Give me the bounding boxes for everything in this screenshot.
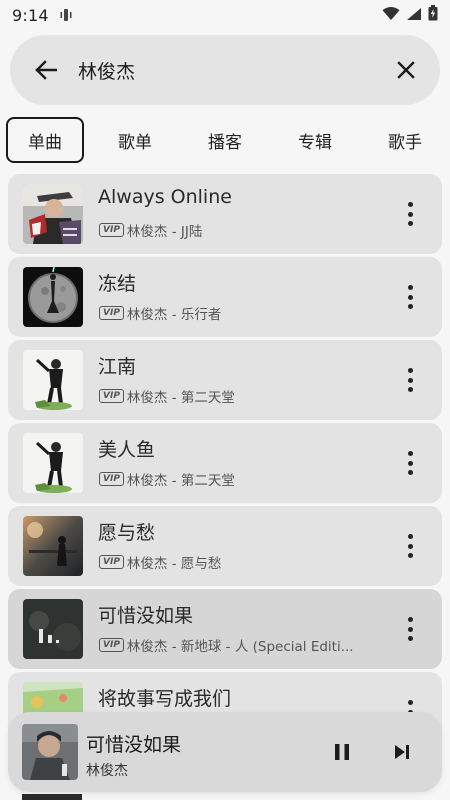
- now-playing-artist: 林俊杰: [86, 763, 128, 779]
- vip-badge: VIP: [99, 555, 124, 569]
- now-playing-title: 可惜没如果: [86, 734, 182, 756]
- category-tabs: 单曲 歌单 播客 专辑 歌手: [0, 115, 450, 167]
- vip-badge: VIP: [99, 389, 124, 403]
- album-cover: [23, 350, 83, 410]
- status-time: 9:14: [12, 5, 49, 25]
- more-vert-icon[interactable]: [406, 451, 414, 475]
- album-cover: [23, 267, 83, 327]
- album-cover: [23, 184, 83, 244]
- vip-badge: VIP: [99, 472, 124, 486]
- song-title: 愿与愁: [98, 522, 156, 544]
- wifi-icon: [382, 6, 400, 25]
- album-cover: [23, 433, 83, 493]
- search-input[interactable]: 林俊杰: [78, 57, 392, 84]
- album-cover: [23, 516, 83, 576]
- skip-next-icon[interactable]: [388, 738, 416, 766]
- more-vert-icon[interactable]: [406, 202, 414, 226]
- song-item[interactable]: 美人鱼 VIP 林俊杰 - 第二天堂: [8, 423, 442, 503]
- pause-icon[interactable]: [328, 738, 356, 766]
- song-artist-album: 林俊杰 - 第二天堂: [126, 390, 235, 406]
- battery-icon: [428, 5, 438, 25]
- song-title: Always Online: [98, 186, 232, 208]
- status-bar: 9:14: [0, 0, 450, 30]
- tab-playlists[interactable]: 歌单: [106, 117, 164, 163]
- song-subtitle-row: VIP 林俊杰 - 第二天堂: [99, 386, 235, 406]
- more-vert-icon[interactable]: [406, 617, 414, 641]
- status-icons: [382, 5, 438, 25]
- more-vert-icon[interactable]: [406, 534, 414, 558]
- song-artist-album: 林俊杰 - JJ陆: [126, 224, 203, 240]
- song-title: 可惜没如果: [98, 605, 194, 627]
- now-playing-cover: [22, 724, 78, 780]
- vip-badge: VIP: [99, 306, 124, 320]
- next-item-peek: [22, 794, 82, 800]
- search-bar[interactable]: 林俊杰: [10, 35, 440, 105]
- song-item[interactable]: 愿与愁 VIP 林俊杰 - 愿与愁: [8, 506, 442, 586]
- more-vert-icon[interactable]: [406, 368, 414, 392]
- song-title: 将故事写成我们: [98, 688, 232, 710]
- tab-singles[interactable]: 单曲: [6, 117, 84, 163]
- song-item[interactable]: Always Online VIP 林俊杰 - JJ陆: [8, 174, 442, 254]
- vip-badge: VIP: [99, 223, 124, 237]
- song-title: 江南: [98, 356, 137, 378]
- song-artist-album: 林俊杰 - 愿与愁: [126, 556, 222, 572]
- song-item[interactable]: 江南 VIP 林俊杰 - 第二天堂: [8, 340, 442, 420]
- song-title: 美人鱼: [98, 439, 156, 461]
- song-item[interactable]: 冻结 VIP 林俊杰 - 乐行者: [8, 257, 442, 337]
- song-artist-album: 林俊杰 - 第二天堂: [126, 473, 235, 489]
- song-title: 冻结: [98, 273, 137, 295]
- mini-player[interactable]: 可惜没如果 林俊杰: [8, 712, 442, 792]
- tab-albums[interactable]: 专辑: [286, 117, 344, 163]
- cellular-signal-icon: [406, 6, 422, 25]
- album-cover: [23, 599, 83, 659]
- song-artist-album: 林俊杰 - 新地球 - 人 (Special Editi...: [126, 639, 354, 655]
- song-subtitle-row: VIP 林俊杰 - 愿与愁: [99, 552, 221, 572]
- vibrate-icon: [59, 8, 73, 22]
- vip-badge: VIP: [99, 638, 124, 652]
- tab-podcasts[interactable]: 播客: [196, 117, 254, 163]
- arrow-left-icon[interactable]: [32, 56, 60, 84]
- song-subtitle-row: VIP 林俊杰 - JJ陆: [99, 220, 202, 240]
- song-item[interactable]: 可惜没如果 VIP 林俊杰 - 新地球 - 人 (Special Editi..…: [8, 589, 442, 669]
- song-subtitle-row: VIP 林俊杰 - 第二天堂: [99, 469, 235, 489]
- tab-artists[interactable]: 歌手: [376, 117, 434, 163]
- song-subtitle-row: VIP 林俊杰 - 乐行者: [99, 303, 221, 323]
- song-artist-album: 林俊杰 - 乐行者: [126, 307, 222, 323]
- more-vert-icon[interactable]: [406, 285, 414, 309]
- song-subtitle-row: VIP 林俊杰 - 新地球 - 人 (Special Editi...: [99, 635, 354, 655]
- close-icon[interactable]: [392, 56, 420, 84]
